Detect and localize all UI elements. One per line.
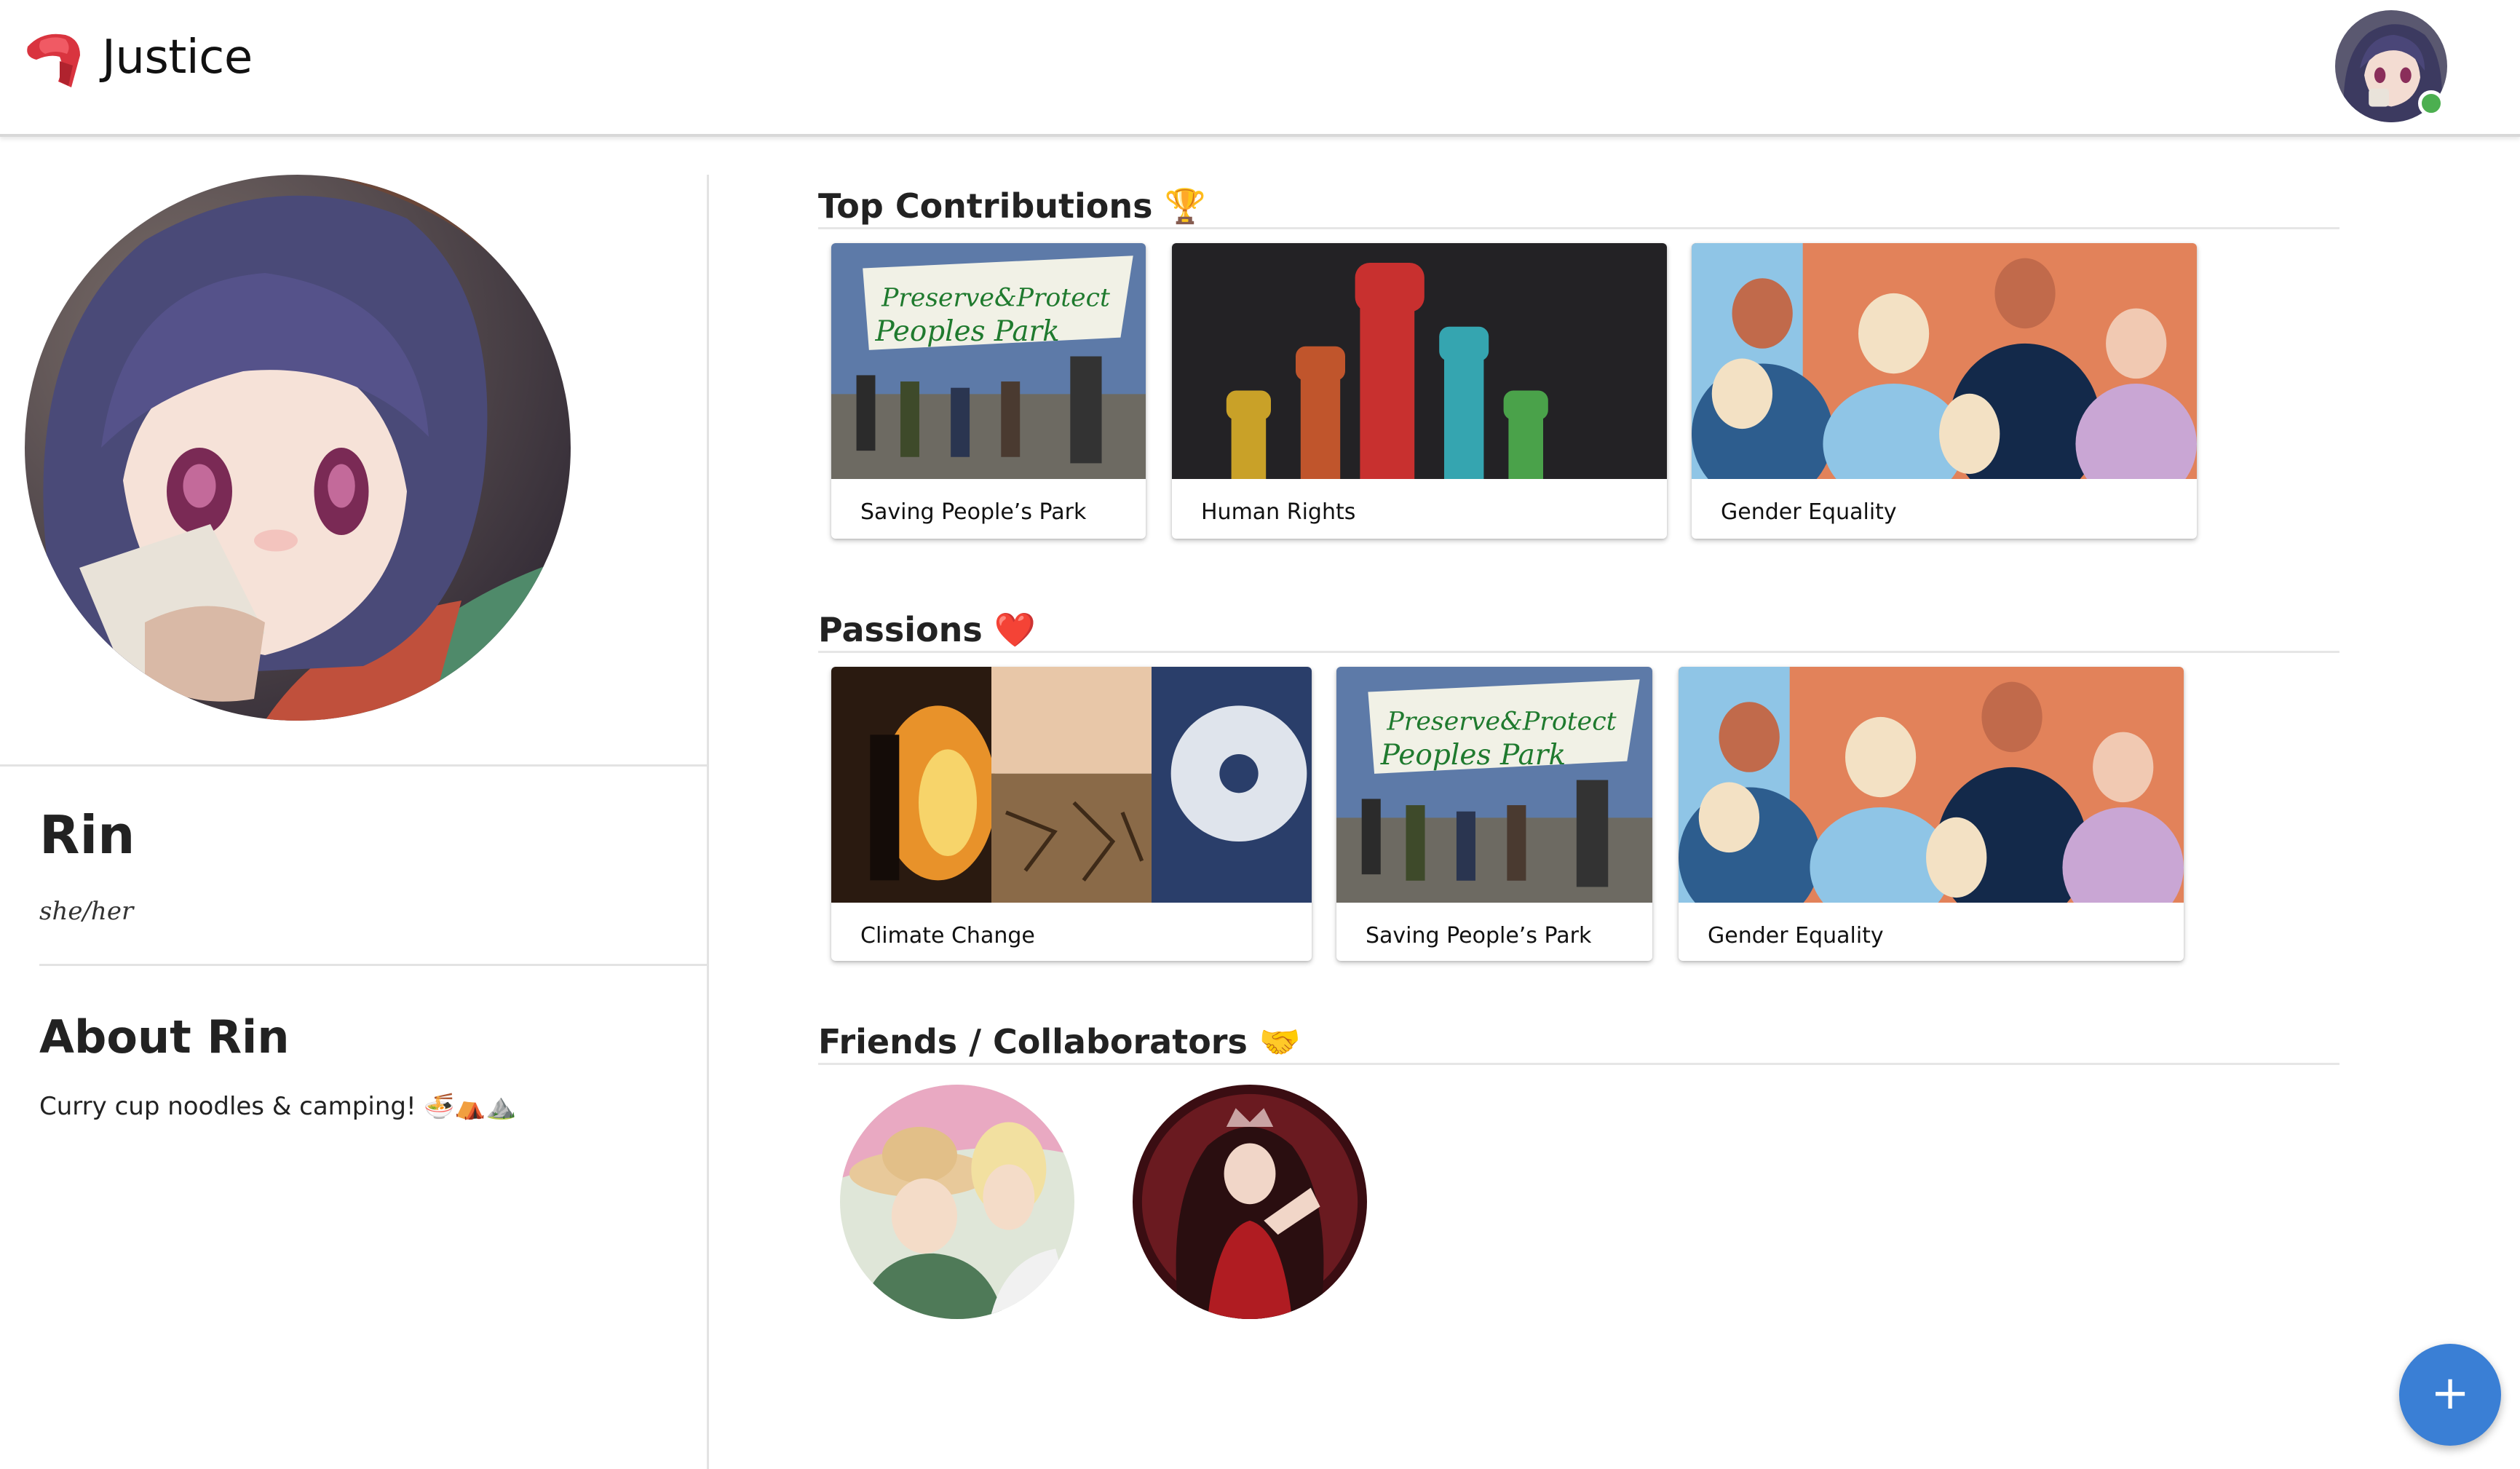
card-label: Human Rights [1201, 499, 1356, 525]
passions-title: Passions ❤️ [818, 610, 1037, 649]
card-label: Saving People’s Park [1366, 923, 1592, 949]
card-label: Saving People’s Park [860, 499, 1087, 525]
gender-equality-image [1679, 667, 2184, 903]
gender-equality-image [1692, 243, 2197, 479]
top-contributions-rule [818, 227, 2339, 229]
friends-rule [818, 1063, 2339, 1065]
friend-avatar[interactable] [840, 1085, 1074, 1319]
human-rights-image [1172, 243, 1667, 479]
profile-divider [0, 764, 708, 767]
profile-avatar [25, 175, 571, 721]
card-label: Climate Change [860, 923, 1035, 949]
passions-rule [818, 651, 2339, 653]
climate-change-image [831, 667, 1312, 903]
svg-text:Preserve&Protect: Preserve&Protect [1386, 707, 1616, 736]
profile-pronouns: she/her [39, 897, 134, 926]
svg-text:Preserve&Protect: Preserve&Protect [881, 283, 1110, 312]
top-contributions-title: Top Contributions 🏆 [818, 186, 1206, 226]
app-title[interactable]: Justice [102, 31, 253, 84]
passion-card[interactable]: Gender Equality [1679, 667, 2184, 961]
svg-text:Peoples Park: Peoples Park [874, 315, 1059, 348]
about-title: About Rin [39, 1010, 290, 1064]
peoples-park-image: Preserve&Protect Peoples Park [1336, 667, 1652, 903]
card-label: Gender Equality [1721, 499, 1897, 525]
app-header: Justice [0, 0, 2520, 137]
friends-title: Friends / Collaborators 🤝 [818, 1022, 1301, 1061]
column-divider [707, 175, 709, 1469]
svg-text:Peoples Park: Peoples Park [1380, 739, 1566, 772]
justice-logo-icon[interactable] [20, 25, 87, 92]
contribution-card[interactable]: Human Rights [1172, 243, 1667, 539]
profile-name: Rin [39, 804, 135, 866]
friend-avatar[interactable] [1133, 1085, 1367, 1319]
contribution-card[interactable]: Gender Equality [1692, 243, 2197, 539]
about-divider [39, 964, 708, 966]
passion-card[interactable]: Climate Change [831, 667, 1312, 961]
passion-card[interactable]: Preserve&Protect Peoples Park Saving Peo… [1336, 667, 1652, 961]
peoples-park-image: Preserve&Protect Peoples Park [831, 243, 1146, 479]
card-label: Gender Equality [1708, 923, 1884, 949]
contribution-card[interactable]: Preserve&Protect Peoples Park Saving Peo… [831, 243, 1146, 539]
online-status-indicator [2418, 90, 2444, 116]
about-text: Curry cup noodles & camping! 🍜⛺⛰️ [39, 1092, 517, 1121]
add-button[interactable]: + [2399, 1344, 2501, 1446]
